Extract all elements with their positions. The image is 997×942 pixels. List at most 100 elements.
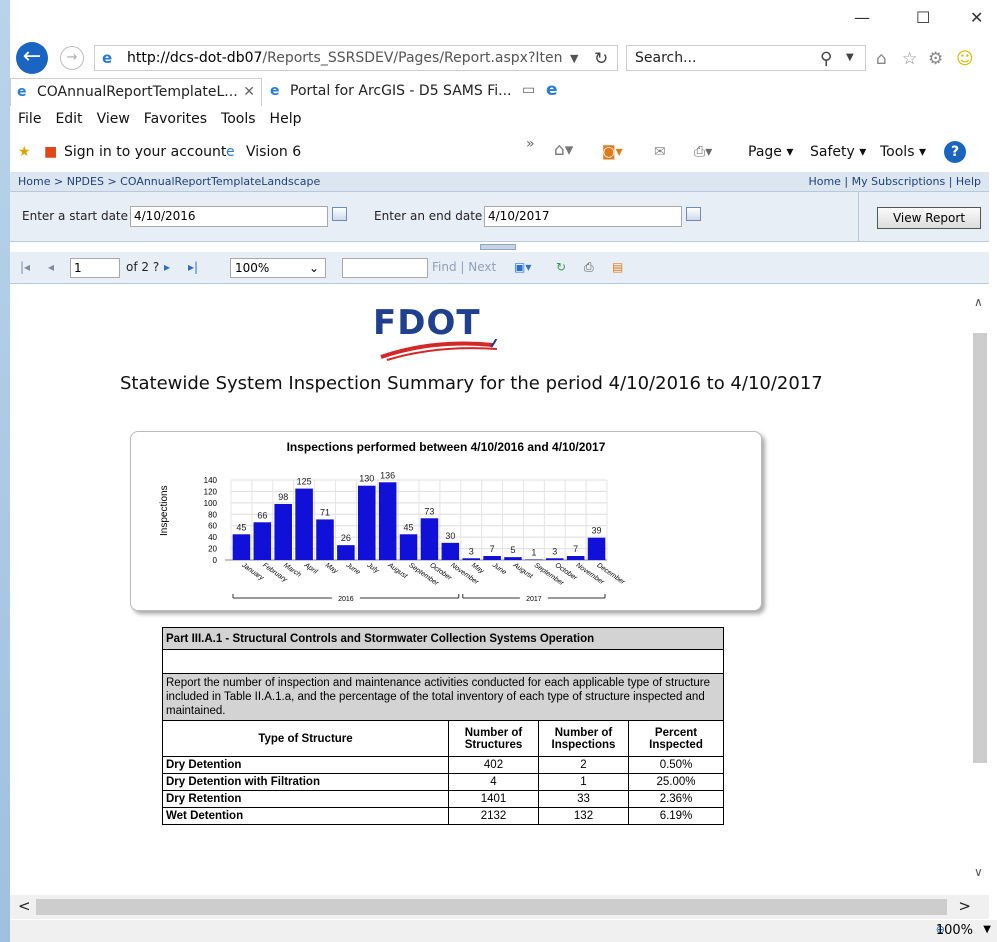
home-icon[interactable]: ⌂ (876, 49, 887, 69)
start-date-input[interactable]: 4/10/2016 (130, 206, 328, 227)
maximize-icon[interactable]: ☐ (916, 8, 930, 27)
menu-help[interactable]: Help (262, 106, 308, 127)
help-icon[interactable]: ? (944, 141, 966, 163)
print-report-icon[interactable]: ⎙ (584, 260, 594, 275)
chart-bar (546, 558, 564, 560)
title-bar: — ☐ ✕ (10, 0, 997, 42)
horizontal-scrollbar[interactable]: < > (10, 895, 989, 919)
chart-bar (358, 485, 376, 560)
url-host: http://dcs-dot-db07 (127, 50, 263, 66)
search-icon[interactable]: ⚲ (820, 49, 832, 69)
chart-bar (587, 537, 606, 560)
menu-favorites[interactable]: Favorites (136, 106, 213, 127)
table-row: Wet Detention 2132 132 6.19% (162, 807, 724, 825)
scroll-right-icon[interactable]: > (958, 897, 971, 915)
page-menu[interactable]: Page ▾ (748, 144, 793, 160)
print-icon[interactable]: ⎙▾ (694, 144, 712, 160)
previous-page-icon[interactable]: ◂ (48, 260, 54, 274)
search-dropdown-icon[interactable]: ▼ (846, 52, 854, 63)
scroll-down-icon[interactable]: ∨ (974, 865, 983, 879)
refresh-report-icon[interactable]: ↻ (556, 260, 566, 274)
bar-data-label: 1 (531, 547, 536, 557)
bar-data-label: 3 (552, 546, 557, 556)
tab-report[interactable]: e COAnnualReportTemplateL... ✕ (10, 78, 262, 106)
breadcrumb: Home > NPDES > COAnnualReportTemplateLan… (10, 172, 989, 192)
menu-view[interactable]: View (89, 106, 136, 127)
close-icon[interactable]: ✕ (970, 8, 983, 27)
dropdown-arrow-icon[interactable]: ▼ (570, 52, 578, 65)
vertical-scroll-thumb[interactable] (973, 333, 987, 763)
end-date-input[interactable]: 4/10/2017 (484, 206, 682, 227)
ie-icon: e (270, 83, 280, 99)
structure-count: 1401 (448, 790, 539, 808)
view-report-button[interactable]: View Report (877, 207, 981, 229)
tools-menu[interactable]: Tools ▾ (880, 144, 926, 160)
url-path: /Reports_SSRSDEV/Pages/Report.aspx?Iten (262, 50, 563, 66)
minimize-icon[interactable]: — (854, 8, 870, 27)
structures-table: Part III.A.1 - Structural Controls and S… (162, 627, 724, 825)
chart-bar (462, 558, 480, 560)
last-page-icon[interactable]: ▸| (188, 260, 198, 274)
page-number-input[interactable]: 1 (70, 258, 120, 278)
breadcrumb-path[interactable]: Home > NPDES > COAnnualReportTemplateLan… (18, 175, 320, 188)
zoom-select[interactable]: 100% ⌄ (230, 258, 326, 278)
structure-count: 2132 (448, 807, 539, 825)
bar-data-label: 98 (278, 492, 288, 502)
edge-icon[interactable]: e (546, 80, 558, 100)
favorites-star-icon[interactable]: ☆ (902, 49, 917, 69)
calendar-icon[interactable] (686, 207, 701, 221)
chart-bar (378, 482, 397, 560)
calendar-icon[interactable] (332, 207, 347, 221)
favorites-add-icon[interactable]: ★ (18, 144, 31, 160)
safety-menu[interactable]: Safety ▾ (810, 144, 866, 160)
structure-type: Dry Retention (162, 790, 449, 808)
scroll-up-icon[interactable]: ∧ (974, 295, 983, 309)
structure-count: 4 (448, 773, 539, 791)
horizontal-scroll-thumb[interactable] (36, 899, 947, 915)
address-bar[interactable]: http://dcs-dot-db07/Reports_SSRSDEV/Page… (94, 45, 618, 71)
find-input[interactable] (342, 258, 428, 278)
favorite-signin-link[interactable]: Sign in to your account (64, 144, 226, 160)
first-page-icon[interactable]: |◂ (20, 260, 30, 274)
next-page-icon[interactable]: ▸ (164, 260, 170, 274)
menu-edit[interactable]: Edit (47, 106, 88, 127)
home-icon[interactable]: ⌂▾ (554, 140, 573, 160)
vertical-scrollbar[interactable]: ∧ ∨ (971, 285, 989, 895)
more-favorites-icon[interactable]: » (526, 136, 535, 152)
favorite-vision-link[interactable]: Vision 6 (246, 144, 301, 160)
data-feed-icon[interactable]: ▤ (612, 260, 623, 274)
status-zoom[interactable]: 100% (936, 923, 973, 938)
mail-icon[interactable]: ✉ (654, 144, 666, 160)
refresh-icon[interactable]: ↻ (594, 49, 608, 69)
category-label: May (470, 562, 485, 576)
collapse-parameters-handle[interactable] (480, 244, 516, 250)
category-label: May (324, 562, 339, 576)
category-label: August (511, 561, 535, 580)
blank-row (162, 649, 724, 674)
tools-menu-label: Tools (880, 144, 915, 160)
export-save-icon[interactable]: ▣▾ (514, 260, 531, 274)
settings-gear-icon[interactable]: ⚙ (928, 49, 943, 69)
smiley-feedback-icon[interactable]: ☺ (956, 49, 974, 69)
tab-strip: e COAnnualReportTemplateL... ✕ e Portal … (10, 76, 997, 106)
tab-arcgis[interactable]: e Portal for ArcGIS - D5 SAMS Fi... (264, 78, 514, 106)
back-button[interactable]: ← (16, 42, 48, 74)
top-links[interactable]: Home | My Subscriptions | Help (808, 172, 981, 192)
new-tab-icon[interactable]: ▭ (522, 82, 535, 98)
tab-close-icon[interactable]: ✕ (243, 79, 255, 105)
report-content: FDOT Statewide System Inspection Summary… (10, 285, 971, 895)
scroll-left-icon[interactable]: < (18, 897, 31, 915)
chart-bar (253, 522, 272, 560)
rss-feed-icon[interactable]: ◙▾ (602, 144, 623, 160)
zoom-dropdown-icon[interactable]: ▼ (983, 924, 991, 935)
bar-data-label: 7 (573, 544, 578, 554)
chart-plot: 02040608010012014045January66February98M… (204, 470, 626, 603)
find-link[interactable]: Find | Next (432, 260, 496, 274)
bar-data-label: 130 (359, 474, 374, 484)
menu-file[interactable]: File (10, 106, 47, 127)
menu-tools[interactable]: Tools (213, 106, 262, 127)
menu-bar: File Edit View Favorites Tools Help (10, 106, 997, 134)
parameter-panel: Enter a start date 4/10/2016 Enter an en… (10, 192, 989, 242)
chart-bar (337, 545, 355, 560)
forward-button[interactable]: → (60, 46, 84, 70)
